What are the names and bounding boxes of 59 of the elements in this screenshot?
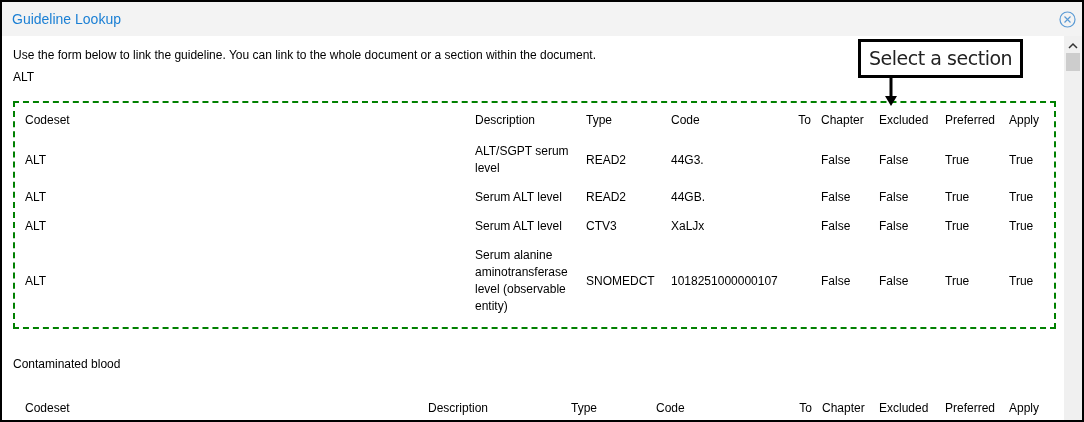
table-cell: True <box>1009 152 1034 167</box>
column-header: To <box>798 112 811 127</box>
table-cell: Serum alanine aminotransferase level (observable entity) <box>475 248 568 313</box>
scroll-up-icon[interactable] <box>1068 42 1078 49</box>
column-header: Chapter <box>821 112 864 127</box>
table-cell: False <box>879 152 909 167</box>
column-header: Apply <box>1009 112 1040 127</box>
callout-label: Select a section <box>858 39 1024 78</box>
table-cell: ALT <box>25 273 47 288</box>
column-header: Excluded <box>879 112 929 127</box>
table-cell: False <box>821 190 851 204</box>
table-cell: READ2 <box>586 190 626 204</box>
column-header: Preferred <box>945 400 996 415</box>
column-header: Apply <box>1009 400 1040 415</box>
column-header: Description <box>475 112 536 127</box>
section-title: Contaminated blood <box>13 356 121 373</box>
table-cell: ALT <box>25 152 47 167</box>
column-header: Description <box>428 400 489 415</box>
table-cell: True <box>945 190 970 204</box>
table-cell: False <box>879 190 909 204</box>
table-cell: 1018251000000107 <box>671 273 778 288</box>
scrollbar-thumb[interactable] <box>1066 53 1080 71</box>
instruction-text: Use the form below to link the guideline. You can link to the whole document or a section within the document. <box>13 47 596 64</box>
column-header: Type <box>586 112 612 127</box>
table-cell: SNOMEDCT <box>586 273 655 288</box>
table-cell: ALT <box>25 190 47 204</box>
close-icon[interactable] <box>1059 10 1076 28</box>
table-cell: 44G3. <box>671 152 704 167</box>
table-cell: READ2 <box>586 152 626 167</box>
table-cell: 44GB. <box>671 190 706 204</box>
column-header: To <box>799 400 812 415</box>
table-cell: Serum ALT level <box>475 219 562 233</box>
table-cell: Serum ALT level <box>475 190 562 204</box>
table-cell: ALT/SGPT serum level <box>475 144 569 175</box>
table-cell: XaLJx <box>671 219 705 233</box>
window-title: Guideline Lookup <box>12 9 121 29</box>
column-header: Preferred <box>945 112 996 127</box>
table-cell: False <box>821 273 851 288</box>
column-header: Excluded <box>879 400 929 415</box>
arrow-icon <box>885 78 897 106</box>
table-cell: True <box>945 219 970 233</box>
column-header: Chapter <box>822 400 865 415</box>
section-title: ALT <box>13 69 35 86</box>
column-header: Codeset <box>25 112 70 127</box>
column-header: Code <box>656 400 685 415</box>
table-cell: False <box>879 219 909 233</box>
table-cell: True <box>1009 190 1034 204</box>
table-cell: False <box>821 152 851 167</box>
column-header: Code <box>671 112 700 127</box>
column-header: Type <box>571 400 597 415</box>
table-cell: True <box>945 273 970 288</box>
table-cell: True <box>945 152 970 167</box>
table-cell: ALT <box>25 219 47 233</box>
table-cell: True <box>1009 219 1034 233</box>
table-cell: True <box>1009 273 1034 288</box>
column-header: Codeset <box>25 400 70 415</box>
table-cell: CTV3 <box>586 219 617 233</box>
table-cell: False <box>879 273 909 288</box>
table-cell: False <box>821 219 851 233</box>
